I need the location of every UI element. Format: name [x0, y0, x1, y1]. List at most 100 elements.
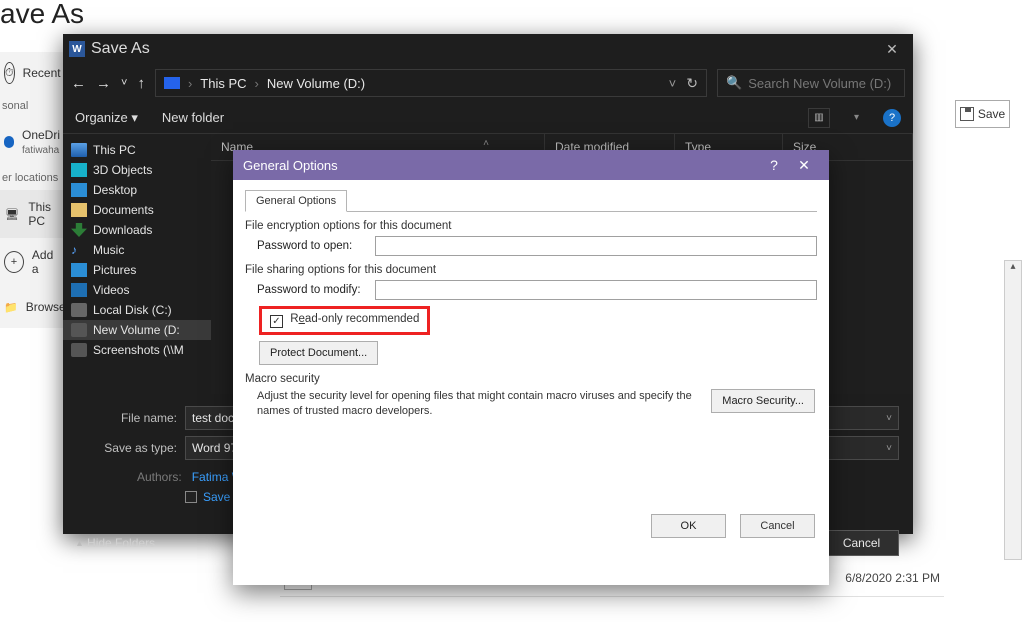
- password-open-input[interactable]: [375, 236, 817, 256]
- add-label: Add a: [32, 248, 60, 276]
- savetype-label: Save as type:: [77, 441, 185, 455]
- tree-downloads[interactable]: Downloads: [63, 220, 211, 240]
- close-button[interactable]: ✕: [789, 157, 819, 174]
- tree-label: New Volume (D:: [93, 323, 180, 337]
- pc-icon: [164, 77, 180, 89]
- breadcrumb[interactable]: This PC: [200, 76, 246, 91]
- tree-label: Pictures: [93, 263, 136, 277]
- tree-label: Desktop: [93, 183, 137, 197]
- dialog-footer: OK Cancel: [651, 514, 815, 538]
- music-icon: ♪: [71, 243, 87, 257]
- recent-label: Recent: [23, 66, 61, 80]
- save-as-title: Save As: [91, 40, 150, 58]
- tree-pictures[interactable]: Pictures: [63, 260, 211, 280]
- onedrive-user: fatiwaha: [22, 145, 59, 156]
- onedrive-item[interactable]: OneDri fatiwaha: [0, 118, 64, 166]
- password-modify-input[interactable]: [375, 280, 817, 300]
- sharing-section-label: File sharing options for this document: [245, 264, 817, 276]
- close-button[interactable]: ✕: [877, 41, 907, 58]
- drive-icon: [71, 303, 87, 317]
- address-bar-row: ← → ˅ ↑ › This PC › New Volume (D:) ˅ ↻ …: [63, 64, 913, 102]
- tree-videos[interactable]: Videos: [63, 280, 211, 300]
- view-icon: ▥: [814, 112, 823, 123]
- chevron-down-icon[interactable]: ˅: [886, 413, 892, 424]
- word-icon: W: [69, 41, 85, 57]
- cloud-icon: [4, 136, 14, 148]
- scroll-up-icon[interactable]: ▴: [1005, 261, 1021, 277]
- chevron-right-icon: ›: [255, 76, 259, 91]
- save-as-titlebar[interactable]: W Save As ✕: [63, 34, 913, 64]
- cancel-button[interactable]: Cancel: [824, 530, 899, 556]
- download-icon: [71, 223, 87, 237]
- browse-item[interactable]: 📁 Browse: [0, 286, 64, 328]
- hide-folders-button[interactable]: Hide Folders: [77, 536, 155, 550]
- search-placeholder: Search New Volume (D:): [748, 76, 891, 91]
- search-input[interactable]: 🔍 Search New Volume (D:): [717, 69, 905, 97]
- cube-icon: [71, 163, 87, 177]
- up-button[interactable]: ↑: [137, 75, 145, 92]
- backstage-scrollbar[interactable]: ▴: [1004, 260, 1022, 560]
- hide-folders-label: Hide Folders: [87, 536, 155, 550]
- refresh-button[interactable]: ↻: [686, 75, 698, 92]
- drive-icon: [71, 323, 87, 337]
- tree-label: Documents: [93, 203, 154, 217]
- macro-section-label: Macro security: [245, 373, 817, 385]
- tree-screenshots[interactable]: Screenshots (\\M: [63, 340, 211, 360]
- ok-button[interactable]: OK: [651, 514, 726, 538]
- back-button[interactable]: ←: [71, 75, 86, 92]
- general-options-tab[interactable]: General Options: [245, 190, 347, 212]
- tree-new-volume-d[interactable]: New Volume (D:: [63, 320, 211, 340]
- general-options-dialog: General Options ? ✕ General Options File…: [233, 150, 829, 585]
- view-dropdown[interactable]: ▾: [854, 112, 859, 123]
- protect-document-button[interactable]: Protect Document...: [259, 341, 378, 365]
- tree-this-pc[interactable]: This PC: [63, 140, 211, 160]
- chevron-down-icon[interactable]: ˅: [669, 76, 677, 91]
- tree-label: Downloads: [93, 223, 152, 237]
- macro-security-button[interactable]: Macro Security...: [711, 389, 815, 413]
- filename-label: File name:: [77, 411, 185, 425]
- tree-3d-objects[interactable]: 3D Objects: [63, 160, 211, 180]
- pc-icon: 🖥: [4, 203, 20, 225]
- tree-local-disk-c[interactable]: Local Disk (C:): [63, 300, 211, 320]
- chevron-right-icon: ›: [188, 76, 192, 91]
- cancel-button[interactable]: Cancel: [740, 514, 815, 538]
- save-button[interactable]: Save: [955, 100, 1010, 128]
- save-button-label: Save: [978, 107, 1005, 121]
- tree-label: Local Disk (C:): [93, 303, 172, 317]
- general-options-title: General Options: [243, 158, 338, 173]
- folder-tree: This PC 3D Objects Desktop Documents Dow…: [63, 134, 211, 394]
- documents-icon: [71, 203, 87, 217]
- backstage-left-panel: ⏱ Recent sonal OneDri fatiwaha er locati…: [0, 52, 64, 328]
- personal-header: sonal: [0, 94, 64, 118]
- macro-description: Adjust the security level for opening fi…: [257, 389, 699, 419]
- search-icon: 🔍: [726, 75, 742, 91]
- new-folder-button[interactable]: New folder: [162, 110, 224, 125]
- tree-desktop[interactable]: Desktop: [63, 180, 211, 200]
- encryption-section-label: File encryption options for this documen…: [245, 220, 817, 232]
- address-bar[interactable]: › This PC › New Volume (D:) ˅ ↻: [155, 69, 707, 97]
- help-button[interactable]: ?: [883, 109, 901, 127]
- password-open-label: Password to open:: [257, 240, 375, 252]
- recent-dropdown[interactable]: ˅: [121, 77, 127, 89]
- thispc-label: This PC: [28, 200, 60, 228]
- organize-button[interactable]: Organize ▾: [75, 110, 138, 126]
- readonly-checkbox[interactable]: ✓: [270, 315, 283, 328]
- chevron-down-icon[interactable]: ˅: [886, 443, 892, 454]
- thispc-item[interactable]: 🖥 This PC: [0, 190, 64, 238]
- breadcrumb[interactable]: New Volume (D:): [267, 76, 365, 91]
- add-place-item[interactable]: + Add a: [0, 238, 64, 286]
- clock-icon: ⏱: [4, 62, 15, 84]
- tree-label: Music: [93, 243, 124, 257]
- pictures-icon: [71, 263, 87, 277]
- sort-asc-icon: ˄: [483, 138, 489, 149]
- tree-music[interactable]: ♪ Music: [63, 240, 211, 260]
- help-button[interactable]: ?: [759, 157, 789, 173]
- network-drive-icon: [71, 343, 87, 357]
- view-options-button[interactable]: ▥: [808, 108, 830, 128]
- tree-documents[interactable]: Documents: [63, 200, 211, 220]
- recent-item[interactable]: ⏱ Recent: [0, 52, 64, 94]
- readonly-highlight: ✓ Read-only recommended: [259, 306, 430, 335]
- backstage-title: ave As: [0, 0, 84, 34]
- forward-button[interactable]: →: [96, 75, 111, 92]
- general-options-titlebar[interactable]: General Options ? ✕: [233, 150, 829, 180]
